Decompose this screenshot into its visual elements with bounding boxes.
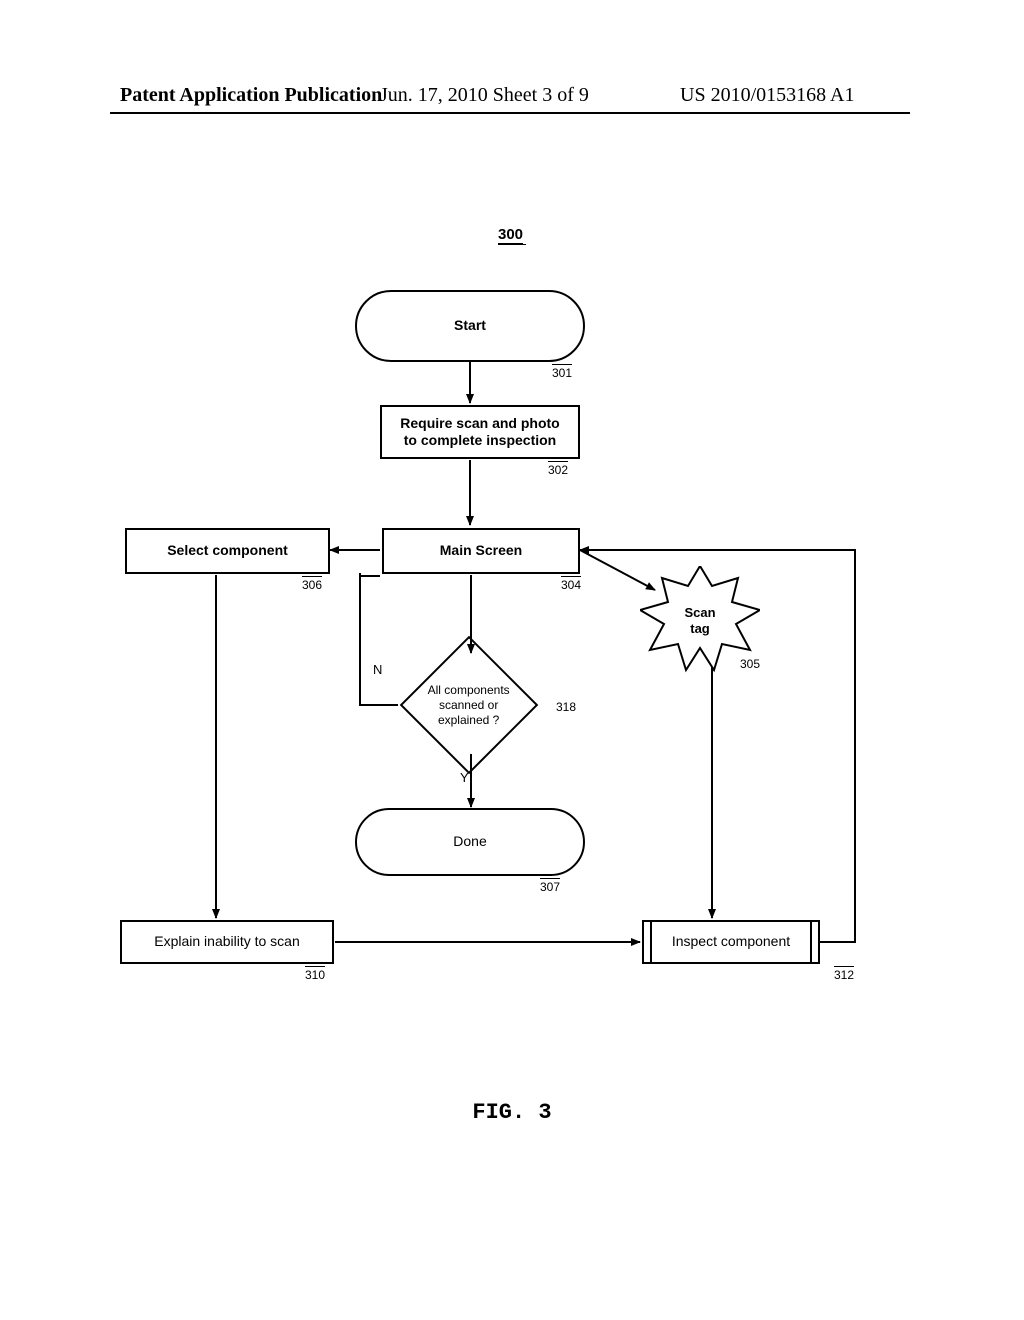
explain-label: Explain inability to scan <box>154 933 300 951</box>
decision-yes-label: Y <box>460 770 469 785</box>
scan-tag-label: Scan tag <box>684 605 715 638</box>
require-node: Require scan and photo to complete inspe… <box>380 405 580 459</box>
start-ref: 301 <box>552 364 572 380</box>
figure-reference-underline <box>498 244 526 245</box>
done-label: Done <box>453 833 486 851</box>
header-left: Patent Application Publication <box>120 84 382 107</box>
start-label: Start <box>454 317 486 335</box>
select-component-label: Select component <box>167 542 288 560</box>
inspect-ref: 312 <box>834 966 854 982</box>
main-screen-node: Main Screen <box>382 528 580 574</box>
require-label: Require scan and photo to complete inspe… <box>400 415 559 450</box>
header-center: Jun. 17, 2010 Sheet 3 of 9 <box>380 84 589 107</box>
decision-label: All components scanned or explained ? <box>422 683 516 728</box>
start-node: Start <box>355 290 585 362</box>
decision-ref: 318 <box>556 699 576 714</box>
require-ref: 302 <box>548 461 568 477</box>
decision-no-label: N <box>373 662 382 677</box>
main-screen-label: Main Screen <box>440 542 522 560</box>
inspect-label: Inspect component <box>672 933 790 951</box>
figure-caption: FIG. 3 <box>0 1100 1024 1125</box>
explain-ref: 310 <box>305 966 325 982</box>
done-node: Done <box>355 808 585 876</box>
select-component-ref: 306 <box>302 576 322 592</box>
done-ref: 307 <box>540 878 560 894</box>
select-component-node: Select component <box>125 528 330 574</box>
figure-reference-number: 300 <box>498 226 523 245</box>
explain-node: Explain inability to scan <box>120 920 334 964</box>
header-divider <box>110 112 910 114</box>
scan-tag-ref: 305 <box>740 656 760 671</box>
main-screen-ref: 304 <box>561 576 581 592</box>
header-right: US 2010/0153168 A1 <box>680 84 854 107</box>
inspect-node: Inspect component <box>642 920 820 964</box>
